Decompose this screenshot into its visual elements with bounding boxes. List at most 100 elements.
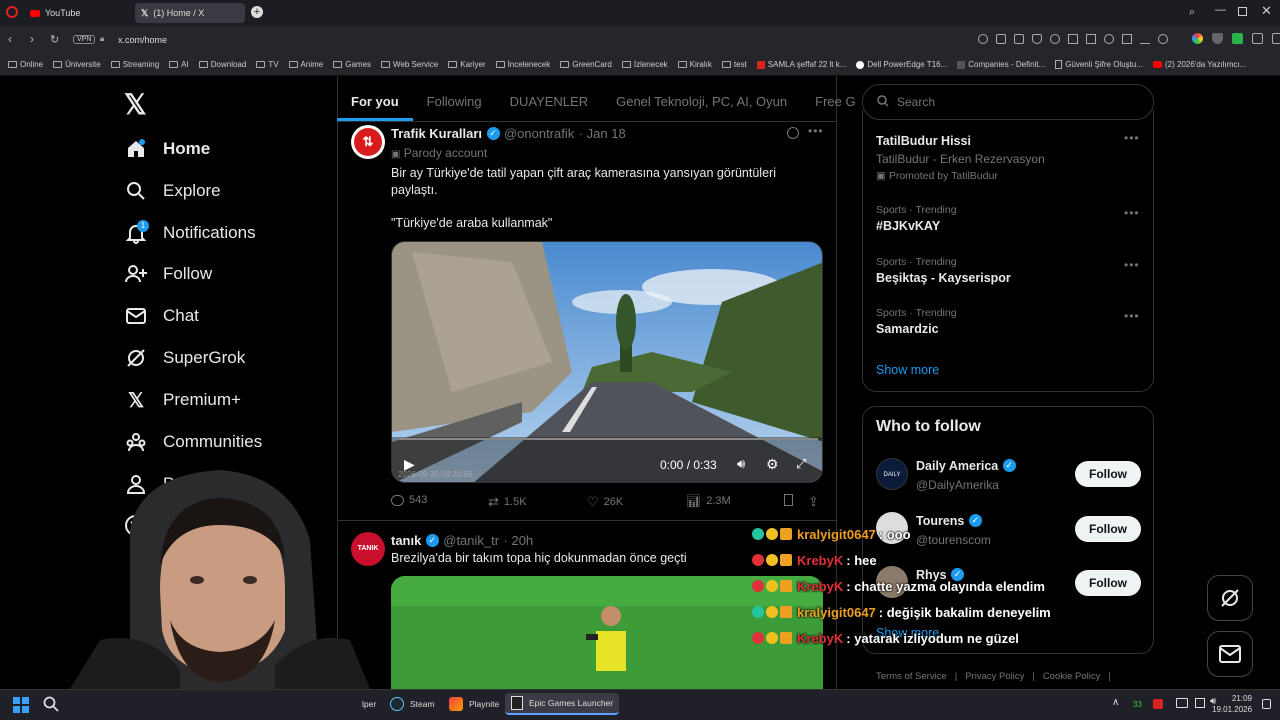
trend-item[interactable]: Sports · Trending Samardzic bbox=[876, 307, 957, 336]
bookmark-item[interactable]: Web Service bbox=[381, 60, 438, 69]
grok-floating-button[interactable] bbox=[1207, 575, 1253, 621]
volume-icon[interactable]: 🔊︎ bbox=[737, 456, 745, 472]
tweet-time[interactable]: · Jan 18 bbox=[579, 126, 626, 141]
taskbar-app[interactable]: lper bbox=[356, 693, 382, 715]
avatar[interactable]: DAILY bbox=[876, 458, 908, 490]
back-button[interactable]: ‹ bbox=[8, 32, 12, 46]
follow-suggestion[interactable]: Tourens ✓ @tourenscom bbox=[916, 512, 991, 547]
bookmark-item[interactable]: Dell PowerEdge T16... bbox=[856, 60, 947, 69]
author-handle[interactable]: @onontrafik bbox=[504, 126, 574, 141]
bookmark-item[interactable]: İncelenecek bbox=[495, 60, 550, 69]
bookmark-item[interactable]: (2) 2026'da Yazılımcı... bbox=[1153, 60, 1246, 69]
more-icon[interactable]: ••• bbox=[1124, 309, 1140, 323]
close-window-button[interactable]: ✕ bbox=[1261, 3, 1272, 19]
reload-button[interactable]: ↻ bbox=[50, 33, 59, 46]
shield-icon[interactable] bbox=[1032, 34, 1042, 44]
x-logo-icon[interactable]: 𝕏 bbox=[124, 88, 147, 121]
tab-free[interactable]: Free G bbox=[801, 82, 869, 121]
trend-item[interactable]: Sports · Trending Beşiktaş - Kayserispor bbox=[876, 256, 1011, 285]
sidebar-item-chat[interactable]: Chat bbox=[125, 301, 199, 331]
bookmark-item[interactable]: Games bbox=[333, 60, 371, 69]
camera-icon[interactable] bbox=[1014, 34, 1024, 44]
taskbar-search-icon[interactable] bbox=[43, 696, 59, 717]
sidebar-item-home[interactable]: Home bbox=[125, 134, 210, 164]
forward-button[interactable]: › bbox=[30, 32, 34, 46]
network-icon[interactable] bbox=[1195, 698, 1205, 708]
bookmark-item[interactable]: Kiralık bbox=[677, 60, 712, 69]
sidebar-item-notifications[interactable]: 1 Notifications bbox=[125, 218, 256, 248]
notification-center-icon[interactable] bbox=[1262, 699, 1271, 709]
tray-chevron-icon[interactable]: ∧ bbox=[1112, 697, 1119, 708]
tray-counter[interactable]: 33 bbox=[1133, 700, 1142, 709]
start-button[interactable] bbox=[13, 697, 29, 713]
sidebar-item-explore[interactable]: Explore bbox=[125, 176, 221, 206]
bookmark-item[interactable]: Download bbox=[198, 60, 246, 69]
extension-icon[interactable] bbox=[1050, 34, 1060, 44]
follow-button[interactable]: Follow bbox=[1075, 461, 1141, 487]
bookmark-item[interactable]: TV bbox=[256, 60, 279, 69]
bookmark-item[interactable]: GreenCard bbox=[560, 60, 612, 69]
tab-youtube[interactable]: YouTube bbox=[24, 3, 129, 23]
opera-logo-icon[interactable] bbox=[6, 6, 18, 18]
extension-icon[interactable] bbox=[978, 34, 988, 44]
extension-icon[interactable] bbox=[996, 34, 1006, 44]
more-icon[interactable]: ••• bbox=[808, 124, 824, 138]
follow-button[interactable]: Follow bbox=[1075, 516, 1141, 542]
extension-icon[interactable] bbox=[1122, 34, 1132, 44]
bookmark-item[interactable]: test bbox=[721, 60, 747, 69]
maximize-button[interactable] bbox=[1238, 7, 1247, 16]
green-extension-icon[interactable] bbox=[1232, 33, 1243, 44]
video-progress-bar[interactable] bbox=[398, 438, 818, 440]
more-icon[interactable]: ••• bbox=[1124, 131, 1140, 145]
share-button[interactable]: ⇪ bbox=[808, 494, 819, 510]
profile-icon[interactable] bbox=[1158, 34, 1168, 44]
more-icon[interactable]: ••• bbox=[1124, 258, 1140, 272]
repost-button[interactable]: ⇄ 1.5K bbox=[488, 494, 527, 510]
sidebar-item-communities[interactable]: Communities bbox=[125, 427, 262, 457]
tweet-video[interactable]: ▶ 2026-09-30 09:20:56 0:00 / 0:33 🔊︎ ⚙ ⤢ bbox=[391, 241, 823, 483]
bookmark-item[interactable]: Anime bbox=[288, 60, 323, 69]
bookmark-item[interactable]: Üniversite bbox=[53, 60, 101, 69]
sidebar-item-premium[interactable]: 𝕏 Premium+ bbox=[125, 385, 241, 415]
new-tab-button[interactable]: + bbox=[251, 6, 263, 18]
tray-app-icon[interactable] bbox=[1153, 699, 1163, 709]
tab-x-home[interactable]: 𝕏 (1) Home / X bbox=[135, 3, 245, 23]
bookmark-item[interactable]: Kariyer bbox=[448, 60, 486, 69]
more-icon[interactable]: ••• bbox=[1124, 206, 1140, 220]
trend-item[interactable]: TatilBudur Hissi TatilBudur - Erken Reze… bbox=[876, 131, 1146, 182]
tab-duayenler[interactable]: DUAYENLER bbox=[496, 82, 603, 121]
vpn-badge[interactable]: VPN bbox=[73, 35, 96, 44]
like-button[interactable]: ♡ 26K bbox=[587, 494, 623, 510]
clock[interactable]: 21:09 19.01.2026 bbox=[1212, 693, 1252, 715]
author-name[interactable]: Trafik Kuralları bbox=[391, 126, 482, 141]
bookmark-item[interactable]: SAMLA şeffaf 22 lt k... bbox=[756, 60, 846, 69]
taskbar-app-steam[interactable]: Steam bbox=[384, 693, 441, 715]
author-handle[interactable]: @tanik_tr bbox=[443, 533, 499, 548]
avatar[interactable]: ⇅ bbox=[351, 125, 385, 159]
play-icon[interactable] bbox=[1068, 34, 1078, 44]
monitor-icon[interactable] bbox=[1176, 698, 1188, 708]
bookmark-item[interactable]: Streaming bbox=[110, 60, 159, 69]
tab-genel-teknoloji[interactable]: Genel Teknoloji, PC, AI, Oyun bbox=[602, 82, 801, 121]
bookmark-item[interactable]: AI bbox=[169, 60, 189, 69]
tab-following[interactable]: Following bbox=[413, 82, 496, 121]
trend-item[interactable]: Sports · Trending #BJKvKAY bbox=[876, 204, 957, 233]
grok-icon[interactable] bbox=[787, 127, 799, 139]
bookmark-item[interactable]: Güvenli Şifre Oluştu... bbox=[1055, 60, 1143, 69]
download-icon[interactable] bbox=[1140, 34, 1150, 44]
settings-icon[interactable]: ⚙ bbox=[766, 456, 779, 473]
bookmark-item[interactable]: İzlenecek bbox=[621, 60, 668, 69]
bookmark-item[interactable]: Online bbox=[8, 60, 43, 69]
privacy-link[interactable]: Privacy Policy bbox=[965, 671, 1024, 682]
tab-for-you[interactable]: For you bbox=[337, 82, 413, 121]
fullscreen-icon[interactable]: ⤢ bbox=[796, 456, 806, 472]
cookie-link[interactable]: Cookie Policy bbox=[1043, 671, 1101, 682]
bookmark-item[interactable]: Companies - Definit... bbox=[957, 60, 1045, 69]
sidebar-item-follow[interactable]: Follow bbox=[125, 259, 212, 289]
puzzle-extension-icon[interactable] bbox=[1252, 33, 1263, 44]
show-more-link[interactable]: Show more bbox=[876, 363, 939, 377]
search-tabs-icon[interactable]: ⌕ bbox=[1189, 6, 1195, 19]
author-name[interactable]: tanık bbox=[391, 533, 421, 548]
views-button[interactable]: 📊︎ 2.3M bbox=[686, 494, 731, 508]
color-extension-icon[interactable] bbox=[1192, 33, 1203, 44]
